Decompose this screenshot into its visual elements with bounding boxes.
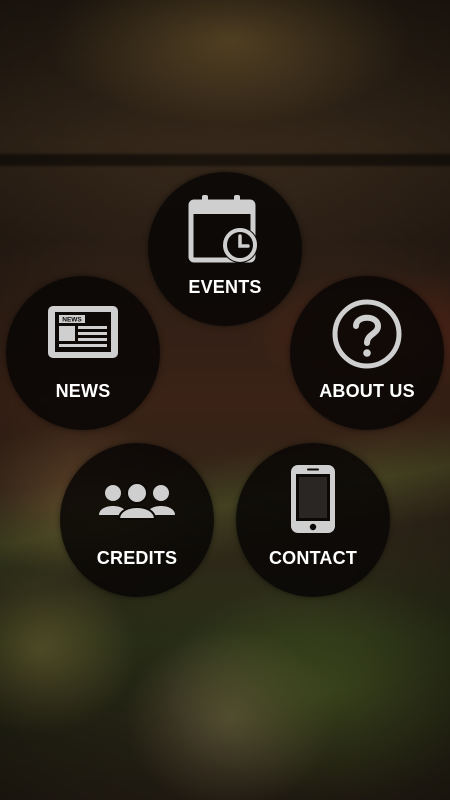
news-icon-text: NEWS xyxy=(62,317,82,324)
about-us-button[interactable]: ABOUT US xyxy=(290,276,444,430)
question-icon xyxy=(332,299,402,369)
home-screen: EVENTS NEWS NEWS ABOUT US CREDITS CONTAC… xyxy=(0,0,450,800)
contact-label: CONTACT xyxy=(268,548,358,568)
calendar-clock-icon xyxy=(188,195,258,263)
smartphone-icon xyxy=(291,465,335,533)
events-label: EVENTS xyxy=(188,277,262,297)
credits-label: CREDITS xyxy=(96,548,178,568)
people-group-icon xyxy=(99,482,175,520)
credits-button[interactable]: CREDITS xyxy=(60,443,214,597)
about-us-label: ABOUT US xyxy=(319,381,415,401)
news-button[interactable]: NEWS NEWS xyxy=(6,276,160,430)
contact-button[interactable]: CONTACT xyxy=(236,443,390,597)
news-label: NEWS xyxy=(55,381,111,401)
newspaper-tablet-icon: NEWS xyxy=(48,306,118,358)
events-button[interactable]: EVENTS xyxy=(148,172,302,326)
